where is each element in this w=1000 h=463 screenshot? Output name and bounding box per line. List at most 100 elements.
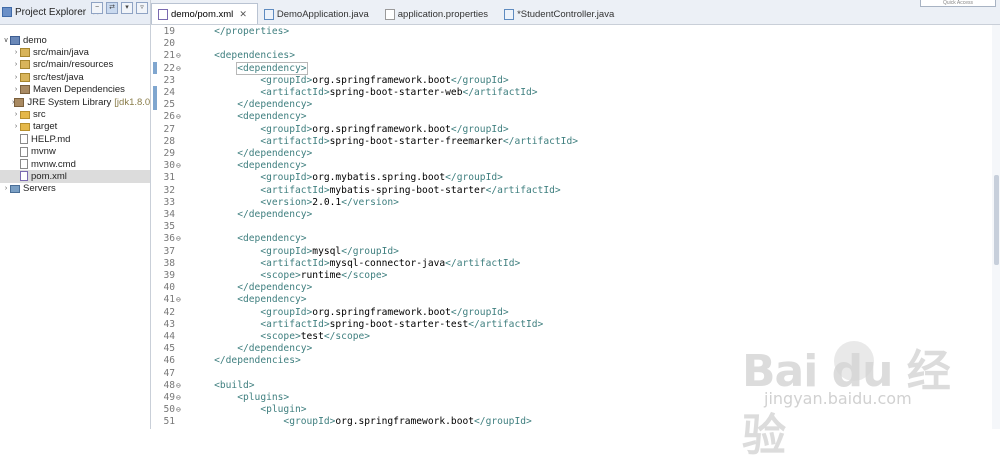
code-line: 39 <scope>runtime</scope> xyxy=(151,270,1000,282)
fold-toggle-icon[interactable]: ⊖ xyxy=(176,50,181,62)
tree-item[interactable]: mvnw xyxy=(0,146,150,158)
xml-tag: <artifactId> xyxy=(260,257,330,269)
xml-tag: <groupId> xyxy=(260,245,313,257)
tree-item[interactable]: HELP.md xyxy=(0,133,150,145)
chevron-right-icon[interactable]: › xyxy=(12,111,20,118)
tree-item[interactable]: mvnw.cmd xyxy=(0,158,150,170)
line-number: 43 xyxy=(163,318,175,330)
line-number: 46 xyxy=(163,355,175,367)
code-content: <dependency> xyxy=(191,160,306,172)
code-content: <groupId>org.mybatis.spring.boot</groupI… xyxy=(191,172,503,184)
editor-tab[interactable]: demo/pom.xml ✕ xyxy=(151,3,258,24)
tree-item[interactable]: › src/main/java xyxy=(0,46,150,58)
xml-tag: <groupId> xyxy=(283,416,336,428)
editor-tab[interactable]: *StudentController.java xyxy=(498,4,624,24)
filter-icon[interactable]: ▾ xyxy=(121,2,133,14)
tree-item[interactable]: › Servers xyxy=(0,183,150,195)
xml-tag: <plugin> xyxy=(260,404,307,416)
fold-toggle-icon[interactable]: ⊖ xyxy=(176,380,181,392)
line-number: 48 xyxy=(163,379,175,391)
tree-item[interactable]: › target xyxy=(0,121,150,133)
tree-item[interactable]: › src/test/java xyxy=(0,71,150,83)
code-content: <scope>test</scope> xyxy=(191,331,370,343)
chevron-right-icon[interactable]: › xyxy=(12,123,20,130)
code-content: <dependency> xyxy=(191,61,308,75)
vertical-scrollbar[interactable] xyxy=(992,25,1000,429)
line-number: 26 xyxy=(163,111,175,123)
chevron-right-icon[interactable]: › xyxy=(12,74,20,81)
line-number: 34 xyxy=(163,209,175,220)
tree-item[interactable]: › Maven Dependencies xyxy=(0,84,150,96)
code-content: </dependencies> xyxy=(191,355,301,367)
tree-item-detail: [jdk1.8.0_1 xyxy=(114,96,151,108)
xmlfile-icon xyxy=(20,171,28,182)
code-line: 23 <groupId>org.springframework.boot</gr… xyxy=(151,75,1000,87)
project-explorer-tab[interactable]: Project Explorer ✕ xyxy=(0,2,100,22)
tree-item[interactable]: ∨ demo xyxy=(0,34,150,46)
line-number: 47 xyxy=(163,367,175,379)
xml-tag: <version> xyxy=(260,196,313,208)
fold-toggle-icon[interactable]: ⊖ xyxy=(176,233,181,245)
code-content: </dependency> xyxy=(191,282,312,294)
tree-item-label: src/main/java xyxy=(33,47,89,59)
tree-item-label: demo xyxy=(23,34,47,46)
line-number: 31 xyxy=(163,172,175,184)
code-line: 33 <version>2.0.1</version> xyxy=(151,197,1000,209)
line-number: 39 xyxy=(163,270,175,281)
line-number: 25 xyxy=(163,99,175,111)
view-menu-icon[interactable]: ▿ xyxy=(136,2,148,14)
tree-item-label: HELP.md xyxy=(31,133,71,145)
xml-tag: <groupId> xyxy=(260,123,313,135)
editor-tab[interactable]: application.properties xyxy=(379,4,498,24)
xml-text: org.springframework.boot xyxy=(335,416,475,428)
editor-tabs: demo/pom.xml ✕ DemoApplication.java applica… xyxy=(151,0,1000,25)
tree-item[interactable]: ›JRE System Library[jdk1.8.0_1 xyxy=(0,96,150,108)
code-line: 25 </dependency> xyxy=(151,99,1000,111)
file-icon xyxy=(20,134,28,145)
collapse-all-icon[interactable]: − xyxy=(91,2,103,14)
tree-item[interactable]: › src xyxy=(0,108,150,120)
tree-item[interactable]: › src/main/resources xyxy=(0,59,150,71)
link-with-editor-icon[interactable]: ⇄ xyxy=(106,2,118,14)
line-number: 32 xyxy=(163,184,175,196)
code-line: 38 <artifactId>mysql-connector-java</art… xyxy=(151,258,1000,270)
fold-toggle-icon[interactable]: ⊖ xyxy=(176,392,181,404)
code-line: 26 ⊖ <dependency> xyxy=(151,111,1000,123)
code-content: <artifactId>spring-boot-starter-freemark… xyxy=(191,136,578,148)
line-number: 19 xyxy=(163,26,175,37)
xml-tag: </dependency> xyxy=(237,343,313,355)
pkg-icon xyxy=(20,72,30,82)
watermark-url: jingyan.baidu.com xyxy=(764,389,912,408)
close-icon[interactable]: ✕ xyxy=(239,9,247,20)
chevron-right-icon[interactable]: › xyxy=(12,49,20,56)
chevron-right-icon[interactable]: › xyxy=(2,185,10,192)
chevron-right-icon[interactable]: › xyxy=(12,86,20,93)
code-content: <artifactId>spring-boot-starter-web</art… xyxy=(191,87,537,99)
chevron-down-icon[interactable]: ∨ xyxy=(2,36,10,44)
fold-toggle-icon[interactable]: ⊖ xyxy=(176,294,181,306)
fold-toggle-icon[interactable]: ⊖ xyxy=(176,111,181,123)
code-line: 30 ⊖ <dependency> xyxy=(151,160,1000,172)
chevron-right-icon[interactable]: › xyxy=(12,61,20,68)
code-content: <scope>runtime</scope> xyxy=(191,270,387,282)
editor-tab[interactable]: DemoApplication.java xyxy=(258,4,379,24)
fold-toggle-icon[interactable]: ⊖ xyxy=(176,160,181,172)
scrollbar-thumb[interactable] xyxy=(994,175,999,265)
xml-text: mysql xyxy=(312,245,342,257)
line-number: 44 xyxy=(163,331,175,342)
quick-access-field[interactable]: Quick Access xyxy=(920,0,996,7)
xml-tag: </dependency> xyxy=(237,209,313,220)
fold-toggle-icon[interactable]: ⊖ xyxy=(176,63,181,75)
line-number: 45 xyxy=(163,343,175,355)
xml-tag: </properties> xyxy=(214,26,290,37)
fold-toggle-icon[interactable]: ⊖ xyxy=(176,404,181,416)
code-line: 31 <groupId>org.mybatis.spring.boot</gro… xyxy=(151,172,1000,184)
tree-item[interactable]: pom.xml xyxy=(0,170,150,183)
